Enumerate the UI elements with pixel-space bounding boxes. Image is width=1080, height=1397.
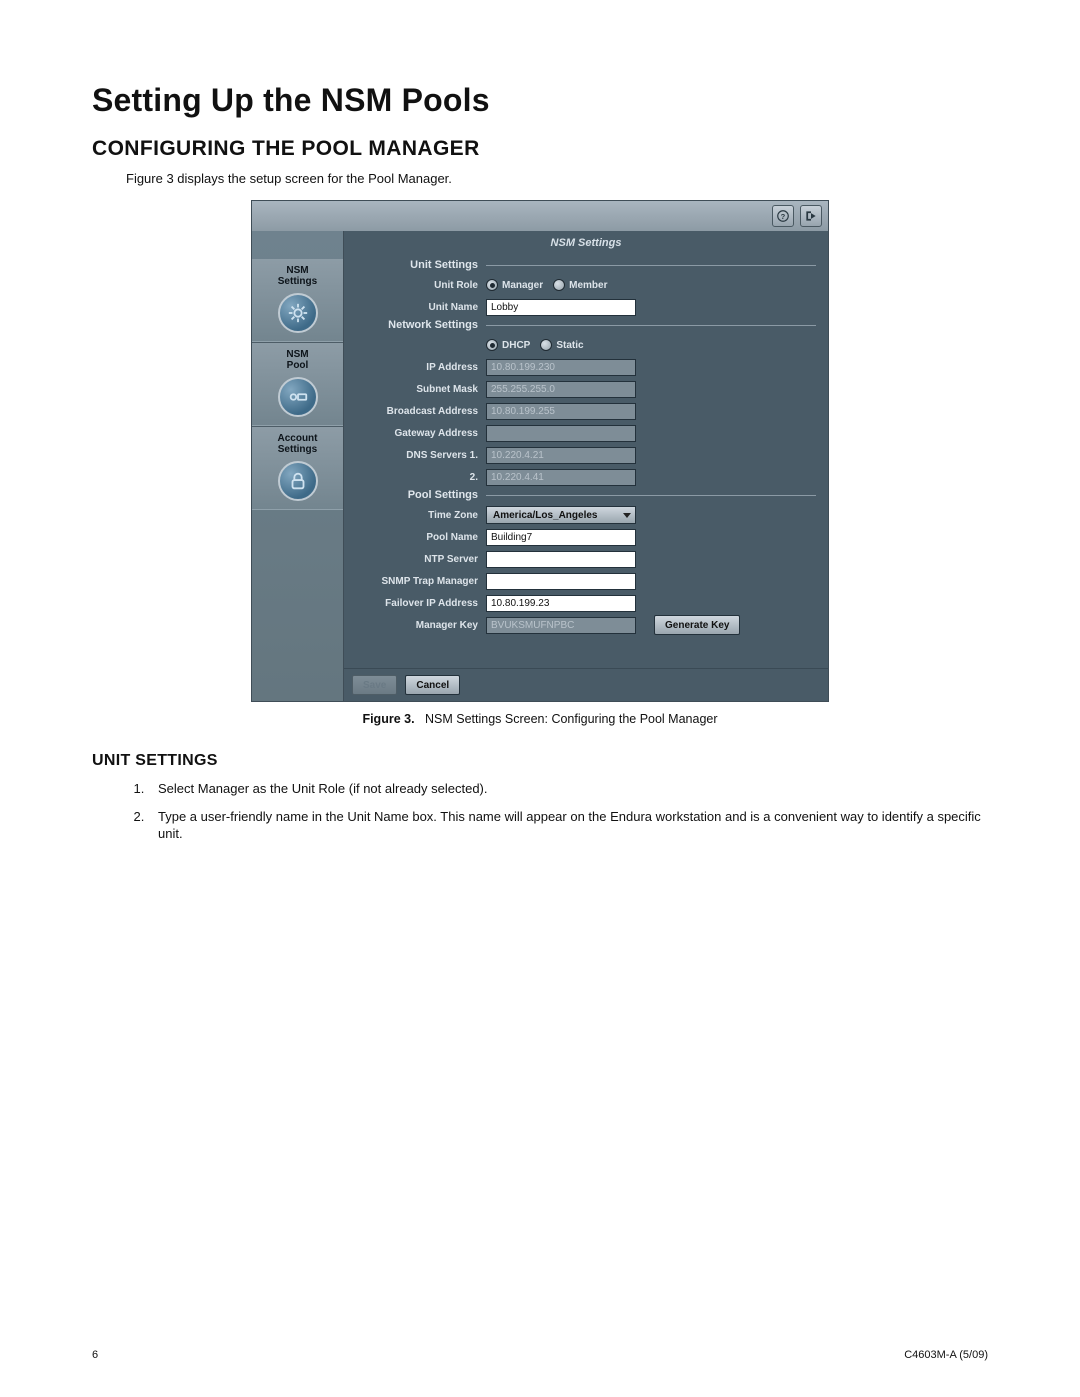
ip-address-label: IP Address xyxy=(356,362,486,373)
group-header-pool: Pool Settings xyxy=(356,489,816,501)
pool-name-input[interactable] xyxy=(486,529,636,546)
snmp-trap-manager-label: SNMP Trap Manager xyxy=(356,576,486,587)
sidebar: NSM Settings NSM Pool Acco xyxy=(252,231,344,701)
time-zone-select[interactable]: America/Los_Angeles xyxy=(486,506,636,524)
figure-screenshot: ? NSM Settings NSM xyxy=(92,200,988,726)
snmp-trap-manager-input[interactable] xyxy=(486,573,636,590)
unit-name-label: Unit Name xyxy=(356,302,486,313)
panel-title: NSM Settings xyxy=(344,231,828,253)
network-dhcp-radio[interactable]: DHCP xyxy=(486,339,530,351)
sidebar-item-label: Settings xyxy=(252,444,343,455)
cancel-button[interactable]: Cancel xyxy=(405,675,460,695)
sidebar-item-label: NSM xyxy=(286,349,308,360)
ntp-server-label: NTP Server xyxy=(356,554,486,565)
list-item: Type a user-friendly name in the Unit Na… xyxy=(148,808,988,843)
gateway-address-label: Gateway Address xyxy=(356,428,486,439)
page-title: Setting Up the NSM Pools xyxy=(92,82,988,119)
generate-key-button[interactable]: Generate Key xyxy=(654,615,740,635)
ip-address-input xyxy=(486,359,636,376)
sidebar-item-label: Account xyxy=(278,433,318,444)
failover-ip-input[interactable] xyxy=(486,595,636,612)
sidebar-item-account-settings[interactable]: Account Settings xyxy=(252,426,343,510)
failover-ip-label: Failover IP Address xyxy=(356,598,486,609)
document-page: Setting Up the NSM Pools CONFIGURING THE… xyxy=(0,0,1080,1397)
group-header-label: Pool Settings xyxy=(356,489,478,501)
unit-role-label: Unit Role xyxy=(356,280,486,291)
group-header-network: Network Settings xyxy=(356,319,816,331)
sidebar-item-label: Pool xyxy=(252,360,343,371)
save-button: Save xyxy=(352,675,397,695)
time-zone-label: Time Zone xyxy=(356,510,486,521)
sidebar-item-label: NSM xyxy=(286,265,308,276)
button-bar: Save Cancel xyxy=(344,668,828,701)
unit-role-manager-radio[interactable]: Manager xyxy=(486,279,543,291)
gear-icon xyxy=(278,293,318,333)
dns2-label: 2. xyxy=(356,472,486,483)
sidebar-item-nsm-pool[interactable]: NSM Pool xyxy=(252,342,343,426)
nsm-app-window: ? NSM Settings NSM xyxy=(251,200,829,702)
section-heading: CONFIGURING THE POOL MANAGER xyxy=(92,137,988,161)
unit-role-member-radio[interactable]: Member xyxy=(553,279,607,291)
list-item: Select Manager as the Unit Role (if not … xyxy=(148,780,988,798)
network-static-radio[interactable]: Static xyxy=(540,339,583,351)
figure-caption: Figure 3. NSM Settings Screen: Configuri… xyxy=(92,712,988,726)
dns2-input xyxy=(486,469,636,486)
sidebar-item-label: Settings xyxy=(252,276,343,287)
manager-key-input xyxy=(486,617,636,634)
subnet-mask-input xyxy=(486,381,636,398)
gateway-address-input xyxy=(486,425,636,442)
figure-number: Figure 3. xyxy=(362,712,414,726)
svg-text:?: ? xyxy=(781,212,786,221)
broadcast-address-input xyxy=(486,403,636,420)
chevron-down-icon xyxy=(623,513,631,518)
broadcast-address-label: Broadcast Address xyxy=(356,406,486,417)
pool-icon xyxy=(278,377,318,417)
manager-key-label: Manager Key xyxy=(356,620,486,631)
group-header-label: Unit Settings xyxy=(356,259,478,271)
settings-panel: NSM Settings Unit Settings Unit Role Man… xyxy=(344,231,828,701)
doc-code: C4603M-A (5/09) xyxy=(904,1349,988,1361)
pool-name-label: Pool Name xyxy=(356,532,486,543)
subnet-mask-label: Subnet Mask xyxy=(356,384,486,395)
exit-icon[interactable] xyxy=(800,205,822,227)
dns1-input xyxy=(486,447,636,464)
dns1-label: DNS Servers 1. xyxy=(356,450,486,461)
figure-caption-text: NSM Settings Screen: Configuring the Poo… xyxy=(425,712,718,726)
subsection-heading: UNIT SETTINGS xyxy=(92,752,988,770)
group-header-unit: Unit Settings xyxy=(356,259,816,271)
titlebar: ? xyxy=(252,201,828,231)
steps-list: Select Manager as the Unit Role (if not … xyxy=(92,780,988,843)
page-number: 6 xyxy=(92,1349,98,1361)
page-footer: 6 C4603M-A (5/09) xyxy=(92,1349,988,1361)
help-icon[interactable]: ? xyxy=(772,205,794,227)
lock-icon xyxy=(278,461,318,501)
ntp-server-input[interactable] xyxy=(486,551,636,568)
unit-name-input[interactable] xyxy=(486,299,636,316)
group-header-label: Network Settings xyxy=(356,319,478,331)
sidebar-item-nsm-settings[interactable]: NSM Settings xyxy=(252,259,343,342)
intro-text: Figure 3 displays the setup screen for t… xyxy=(126,171,988,186)
